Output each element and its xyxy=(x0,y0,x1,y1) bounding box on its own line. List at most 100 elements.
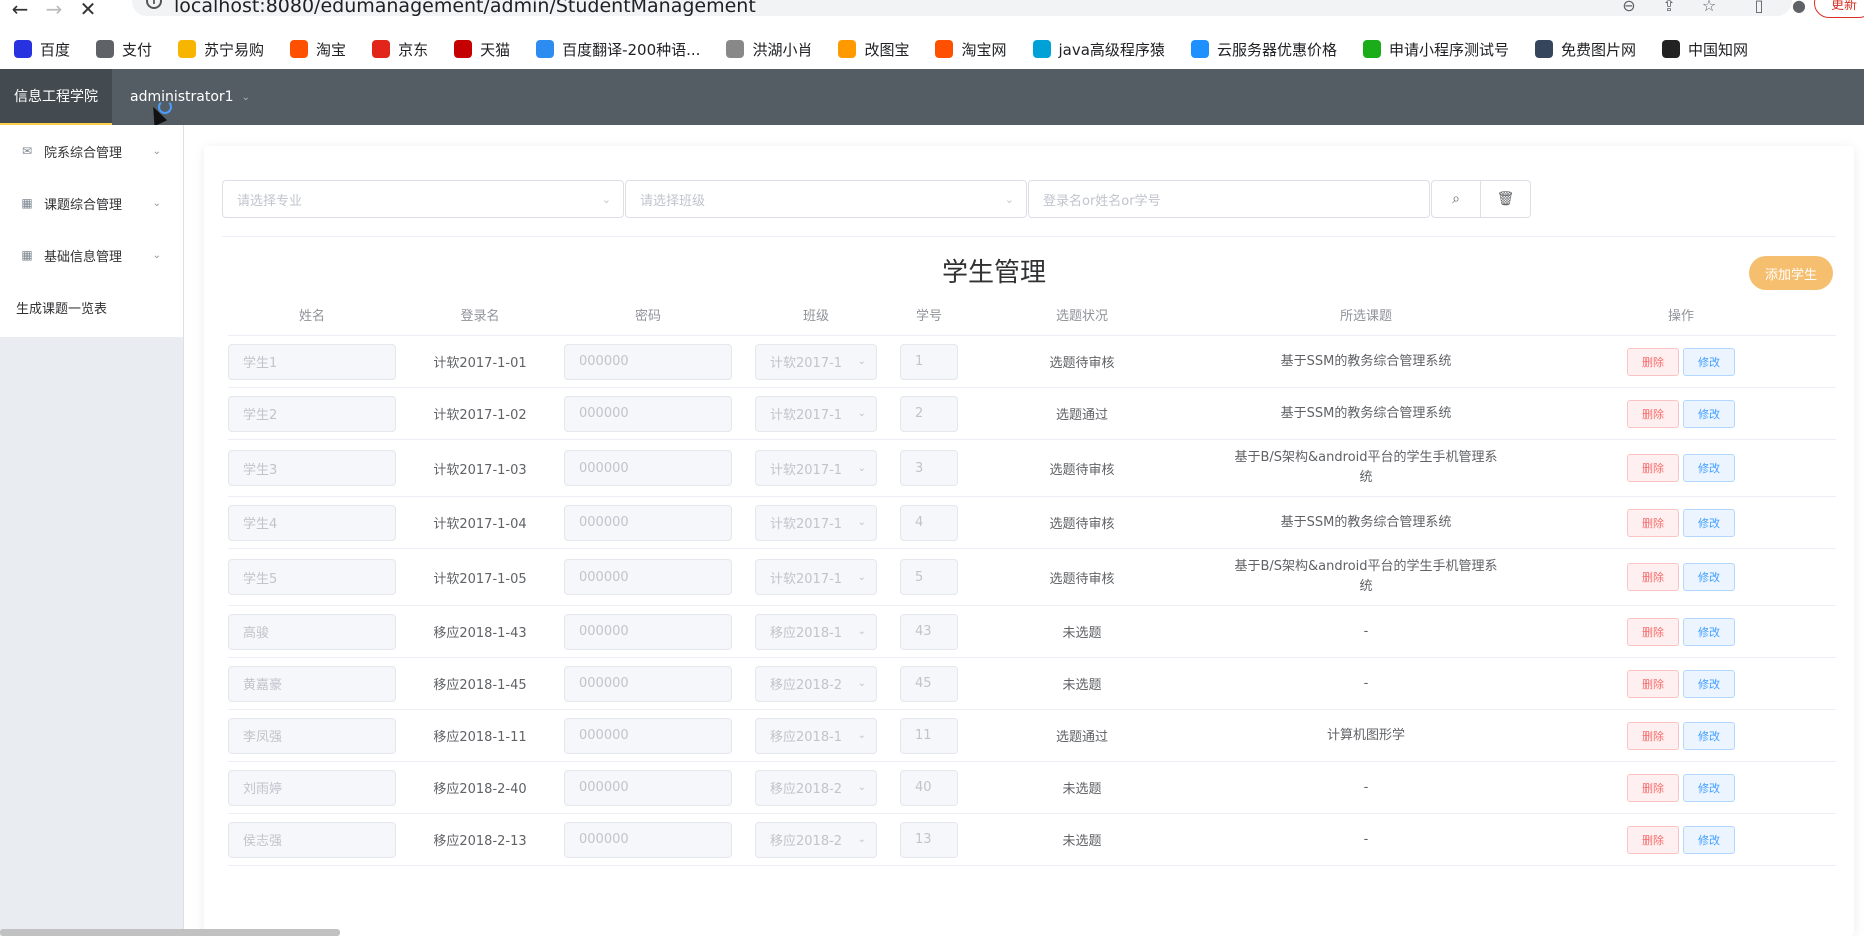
user-menu[interactable]: administrator1 ⌄ xyxy=(130,69,250,125)
bookmark-item[interactable]: 改图宝 xyxy=(838,39,909,60)
edit-button[interactable]: 修改 xyxy=(1683,399,1735,428)
sidebar-item-department[interactable]: ✉ 院系综合管理 ⌄ xyxy=(0,125,183,177)
edit-button[interactable]: 修改 xyxy=(1683,669,1735,698)
delete-button[interactable]: 删除 xyxy=(1627,669,1679,698)
back-arrow-icon[interactable]: ← xyxy=(8,0,32,21)
sidebar-item-topics[interactable]: ▦ 课题综合管理 ⌄ xyxy=(0,177,183,229)
taobao-icon xyxy=(935,40,954,58)
edit-button[interactable]: 修改 xyxy=(1683,508,1735,537)
table-row: 李凤强 移应2018-1-11 000000 移应2018-1 ⌄ 11 选题通过 计算机图形… xyxy=(228,710,1836,762)
class-cell: 计软2017-1 ⌄ xyxy=(732,343,900,380)
delete-button[interactable]: 删除 xyxy=(1627,347,1679,376)
number-cell: 2 xyxy=(900,395,958,432)
sidebar-link-topic-list[interactable]: 生成课题一览表 xyxy=(0,281,183,333)
delete-button[interactable]: 删除 xyxy=(1627,563,1679,591)
edit-button[interactable]: 修改 xyxy=(1683,563,1735,591)
bookmark-item[interactable]: 支付 xyxy=(96,39,152,60)
zoom-icon[interactable]: ⊖ xyxy=(1618,0,1640,15)
address-bar[interactable]: i localhost:8080/edumanagement/admin/Stu… xyxy=(132,0,1792,17)
delete-button[interactable]: 删除 xyxy=(1627,721,1679,750)
student-number-input: 13 xyxy=(900,821,958,858)
add-student-button[interactable]: 添加学生 xyxy=(1749,256,1833,290)
delete-button[interactable]: 删除 xyxy=(1627,773,1679,802)
profile-icon[interactable]: ● xyxy=(1788,0,1810,15)
bookmark-item[interactable]: 云服务器优惠价格 xyxy=(1190,39,1337,60)
brand-title[interactable]: 信息工程学院 xyxy=(0,69,112,125)
delete-button[interactable]: 删除 xyxy=(1627,617,1679,646)
chevron-down-icon: ⌄ xyxy=(857,782,866,793)
password-cell: 000000 xyxy=(564,769,732,806)
update-button[interactable]: 更新 xyxy=(1814,0,1864,18)
bookmark-star-icon[interactable]: ☆ xyxy=(1698,0,1720,15)
edit-button[interactable]: 修改 xyxy=(1683,773,1735,802)
horizontal-scrollbar[interactable] xyxy=(0,929,340,936)
delete-button[interactable]: 删除 xyxy=(1627,454,1679,482)
bookmark-item[interactable]: 洪湖小肖 xyxy=(726,39,812,60)
sidebar-item-basic-info[interactable]: ▦ 基础信息管理 ⌄ xyxy=(0,229,183,281)
login-cell: 移应2018-2-13 xyxy=(433,834,527,849)
edit-button[interactable]: 修改 xyxy=(1683,825,1735,854)
bookmark-item[interactable]: java高级程序猿 xyxy=(1032,39,1165,60)
login-cell: 移应2018-1-43 xyxy=(433,626,527,641)
class-cell: 移应2018-2 ⌄ xyxy=(732,769,900,806)
site-info-icon[interactable]: i xyxy=(146,0,162,9)
login-cell: 计软2017-1-01 xyxy=(433,356,527,371)
username: administrator1 xyxy=(130,89,234,105)
app-header: 信息工程学院 administrator1 ⌄ xyxy=(0,69,1864,125)
baidu-icon xyxy=(14,40,32,58)
topic-cell: - xyxy=(1206,830,1526,850)
name-input: 高骏 xyxy=(228,613,396,650)
password-input: 000000 xyxy=(564,343,732,380)
number-cell: 13 xyxy=(900,821,958,858)
edit-button[interactable]: 修改 xyxy=(1683,721,1735,750)
column-header: 密码 xyxy=(634,309,661,324)
name-value: 李凤强 xyxy=(243,730,283,745)
number-cell: 4 xyxy=(900,504,958,541)
delete-button[interactable]: 删除 xyxy=(1627,825,1679,854)
class-cell: 移应2018-2 ⌄ xyxy=(732,665,900,702)
bookmark-item[interactable]: 淘宝网 xyxy=(935,39,1007,60)
student-number-value: 45 xyxy=(915,676,932,691)
column-header: 学号 xyxy=(915,309,942,324)
share-icon[interactable]: ⇪ xyxy=(1658,0,1680,15)
status-cell: 未选题 xyxy=(1062,678,1102,693)
bookmark-item[interactable]: 京东 xyxy=(372,39,428,60)
column-header: 所选课题 xyxy=(1339,309,1392,324)
bookmark-item[interactable]: 淘宝 xyxy=(290,39,346,60)
number-cell: 11 xyxy=(900,717,958,754)
column-header: 登录名 xyxy=(460,309,500,324)
student-number-input: 4 xyxy=(900,504,958,541)
delete-button[interactable]: 删除 xyxy=(1627,508,1679,537)
stop-loading-icon[interactable]: ✕ xyxy=(76,0,100,21)
bookmark-item[interactable]: 免费图片网 xyxy=(1534,39,1636,60)
main-card: 请选择专业 ⌄ 请选择班级 ⌄ 登录名or姓名or学号 ⌕ 🗑 学生管理 添加学… xyxy=(204,146,1854,936)
bookmark-item[interactable]: 苏宁易购 xyxy=(178,39,264,60)
bookmark-item[interactable]: 申请小程序测试号 xyxy=(1362,39,1509,60)
student-number-input: 43 xyxy=(900,613,958,650)
class-select[interactable]: 请选择班级 ⌄ xyxy=(625,180,1027,218)
search-button[interactable]: ⌕ xyxy=(1431,180,1481,218)
bookmark-label: 京东 xyxy=(398,40,429,59)
delete-button[interactable]: 删除 xyxy=(1627,399,1679,428)
bookmark-label: 苏宁易购 xyxy=(204,40,265,59)
major-select[interactable]: 请选择专业 ⌄ xyxy=(222,180,624,218)
bookmark-item[interactable]: 天猫 xyxy=(454,39,510,60)
forward-arrow-icon[interactable]: → xyxy=(42,0,66,21)
side-panel-icon[interactable]: ▯ xyxy=(1748,0,1770,15)
password-value: 000000 xyxy=(579,406,629,421)
student-number-value: 5 xyxy=(915,569,924,585)
edit-button[interactable]: 修改 xyxy=(1683,347,1735,376)
edit-button[interactable]: 修改 xyxy=(1683,454,1735,482)
edit-button[interactable]: 修改 xyxy=(1683,617,1735,646)
bookmark-item[interactable]: 百度翻译-200种语... xyxy=(536,39,700,60)
chevron-down-icon: ⌄ xyxy=(1004,192,1014,206)
password-value: 000000 xyxy=(579,515,629,530)
actions-cell: 删除 修改 xyxy=(1526,399,1836,428)
bookmark-label: 淘宝 xyxy=(316,40,347,59)
bookmark-item[interactable]: 中国知网 xyxy=(1661,39,1748,60)
bookmark-item[interactable]: 百度 xyxy=(14,39,70,60)
chevron-down-icon: ⌄ xyxy=(241,91,250,103)
clear-button[interactable]: 🗑 xyxy=(1481,180,1531,218)
search-input[interactable]: 登录名or姓名or学号 xyxy=(1028,180,1430,218)
name-cell: 学生4 xyxy=(228,504,396,541)
